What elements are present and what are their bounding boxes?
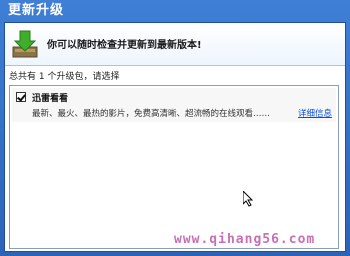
window-content: 你可以随时检查并更新到最新版本! 总共有 1 个升级包，请选择 迅雷看看 最新、… xyxy=(4,22,346,252)
mouse-cursor-icon xyxy=(243,191,254,207)
window-title: 更新升级 xyxy=(8,3,65,18)
update-list: 迅雷看看 最新、最火、最热的影片，免费高清晰、超流畅的在线观看…… 详细信息 xyxy=(9,85,339,249)
update-window: 更新升级 你可以随时检查并更新到最新版本! 总共有 1 个升级包，请选择 迅雷看… xyxy=(0,0,350,256)
watermark: www.qihang56.com xyxy=(174,232,316,247)
update-description: 最新、最火、最热的影片，免费高清晰、超流畅的在线观看…… xyxy=(32,109,271,119)
details-link[interactable]: 详细信息 xyxy=(298,107,332,119)
update-checkbox[interactable] xyxy=(16,92,26,102)
banner-text: 你可以随时检查并更新到最新版本! xyxy=(47,40,202,51)
list-item[interactable]: 迅雷看看 最新、最火、最热的影片，免费高清晰、超流畅的在线观看…… 详细信息 xyxy=(12,88,336,122)
banner: 你可以随时检查并更新到最新版本! xyxy=(5,23,345,66)
update-summary: 总共有 1 个升级包，请选择 xyxy=(9,72,120,82)
download-arrow-icon xyxy=(12,30,38,58)
update-name: 迅雷看看 xyxy=(32,94,69,104)
